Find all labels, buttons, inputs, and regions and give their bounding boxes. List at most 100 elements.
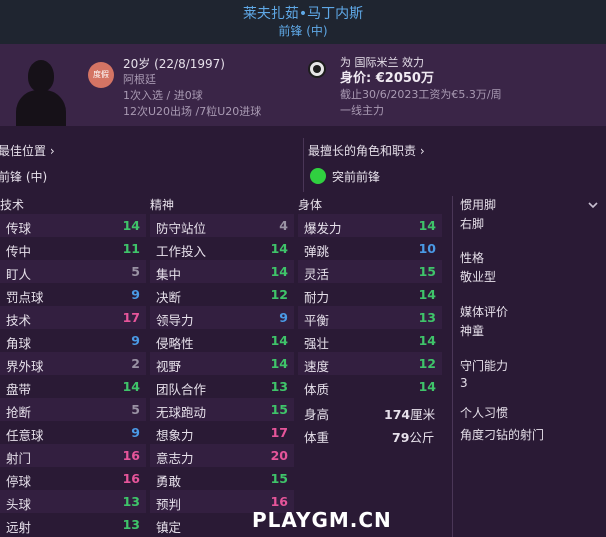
physical-attr-row[interactable]: 速度 12	[298, 352, 442, 375]
attr-label: 团队合作	[156, 382, 207, 397]
technical-attr-row[interactable]: 头球 13	[0, 490, 146, 513]
attr-value: 11	[122, 241, 140, 256]
mental-attr-row[interactable]: 团队合作 13	[150, 375, 294, 398]
physical-attr-row[interactable]: 弹跳 10	[298, 237, 442, 260]
attr-label: 远射	[6, 520, 32, 535]
player-header: 莱夫扎茹•马丁内斯 前锋 (中)	[0, 0, 606, 44]
attr-value: 14	[122, 379, 140, 394]
contract-info: 截止30/6/2023工资为€5.3万/周	[340, 88, 502, 101]
physical-attr-row[interactable]: 耐力 14	[298, 283, 442, 306]
attr-value: 16	[122, 448, 140, 463]
mental-attr-row[interactable]: 工作投入 14	[150, 237, 294, 260]
physical-attr-row[interactable]: 强壮 14	[298, 329, 442, 352]
mental-attr-row[interactable]: 领导力 9	[150, 306, 294, 329]
mental-attr-row[interactable]: 侵略性 14	[150, 329, 294, 352]
attr-value: 14	[418, 287, 436, 302]
attr-label: 停球	[6, 474, 32, 489]
attr-label: 任意球	[6, 428, 44, 443]
technical-attr-row[interactable]: 抢断 5	[0, 398, 146, 421]
best-position-title[interactable]: 最佳位置 ›	[0, 142, 55, 159]
technical-attr-row[interactable]: 远射 13	[0, 513, 146, 536]
mental-attr-row[interactable]: 勇敢 15	[150, 467, 294, 490]
attr-label: 弹跳	[304, 244, 330, 259]
u20-caps: 12次U20出场 /7粒U20进球	[123, 105, 262, 118]
attr-value: 2	[131, 356, 140, 371]
gk-label: 守门能力	[460, 359, 509, 373]
weight-row: 体重 79公斤	[304, 430, 435, 445]
mental-attr-row[interactable]: 无球跑动 15	[150, 398, 294, 421]
technical-attr-row[interactable]: 技术 17	[0, 306, 146, 329]
height-label: 身高	[304, 407, 330, 422]
attr-label: 传中	[6, 244, 32, 259]
technical-attr-row[interactable]: 界外球 2	[0, 352, 146, 375]
technical-attr-row[interactable]: 传球 14	[0, 214, 146, 237]
attr-value: 4	[279, 218, 288, 233]
physical-attr-row[interactable]: 爆发力 14	[298, 214, 442, 237]
avatar	[10, 56, 70, 126]
technical-attr-row[interactable]: 角球 9	[0, 329, 146, 352]
attr-value: 15	[270, 402, 288, 417]
attr-value: 14	[270, 264, 288, 279]
holiday-badge[interactable]: 度假	[88, 62, 114, 88]
habits-value: 角度刁钻的射门	[460, 428, 545, 442]
attr-value: 16	[122, 471, 140, 486]
attr-value: 9	[131, 287, 140, 302]
physical-title: 身体	[298, 198, 323, 212]
mental-attr-row[interactable]: 集中 14	[150, 260, 294, 283]
attr-value: 14	[270, 356, 288, 371]
attr-label: 工作投入	[156, 244, 207, 259]
technical-attr-row[interactable]: 盘带 14	[0, 375, 146, 398]
attr-value: 5	[131, 402, 140, 417]
age-dob: 20岁 (22/8/1997)	[123, 57, 225, 71]
physical-attr-row[interactable]: 灵活 15	[298, 260, 442, 283]
attr-label: 平衡	[304, 313, 330, 328]
attr-label: 防守站位	[156, 221, 207, 236]
attr-label: 集中	[156, 267, 182, 282]
mental-attr-row[interactable]: 防守站位 4	[150, 214, 294, 237]
attr-label: 想象力	[156, 428, 194, 443]
squad-status: 一线主力	[340, 104, 384, 117]
attr-label: 意志力	[156, 451, 194, 466]
mental-attr-row[interactable]: 视野 14	[150, 352, 294, 375]
divider	[452, 196, 453, 537]
technical-attr-row[interactable]: 盯人 5	[0, 260, 146, 283]
attr-value: 14	[122, 218, 140, 233]
attr-label: 决断	[156, 290, 182, 305]
chevron-down-icon[interactable]	[588, 200, 598, 210]
best-role-title[interactable]: 最擅长的角色和职责 ›	[308, 142, 425, 159]
attr-label: 勇敢	[156, 474, 182, 489]
attr-value: 15	[270, 471, 288, 486]
attr-label: 预判	[156, 497, 182, 512]
technical-attr-row[interactable]: 传中 11	[0, 237, 146, 260]
attr-label: 视野	[156, 359, 182, 374]
foot-label: 惯用脚	[460, 198, 497, 212]
club-logo-icon[interactable]	[308, 60, 326, 78]
mental-attr-row[interactable]: 意志力 20	[150, 444, 294, 467]
attr-label: 侵略性	[156, 336, 194, 351]
technical-attr-row[interactable]: 罚点球 9	[0, 283, 146, 306]
club-info: 为 国际米兰 效力 身价: €2050万 截止30/6/2023工资为€5.3万…	[340, 55, 502, 119]
attr-value: 12	[270, 287, 288, 302]
attr-value: 13	[122, 517, 140, 532]
attr-value: 9	[279, 310, 288, 325]
physical-attr-row[interactable]: 平衡 13	[298, 306, 442, 329]
attr-label: 罚点球	[6, 290, 44, 305]
mental-attr-row[interactable]: 想象力 17	[150, 421, 294, 444]
technical-attr-row[interactable]: 射门 16	[0, 444, 146, 467]
club-line[interactable]: 为 国际米兰 效力	[340, 55, 502, 71]
physical-attr-row[interactable]: 体质 14	[298, 375, 442, 398]
player-position: 前锋 (中)	[278, 24, 328, 38]
attr-label: 技术	[6, 313, 32, 328]
technical-attr-row[interactable]: 任意球 9	[0, 421, 146, 444]
attr-label: 体质	[304, 382, 330, 397]
attr-value: 9	[131, 333, 140, 348]
best-position: 前锋 (中)	[0, 170, 48, 184]
media-value: 神童	[460, 324, 485, 338]
technical-attr-row[interactable]: 停球 16	[0, 467, 146, 490]
attr-label: 无球跑动	[156, 405, 207, 420]
attr-value: 13	[418, 310, 436, 325]
nationality[interactable]: 阿根廷	[123, 72, 261, 88]
international-caps: 1次入选 / 进0球	[123, 89, 203, 102]
watermark: PLAYGM.CN	[252, 508, 392, 532]
mental-attr-row[interactable]: 决断 12	[150, 283, 294, 306]
